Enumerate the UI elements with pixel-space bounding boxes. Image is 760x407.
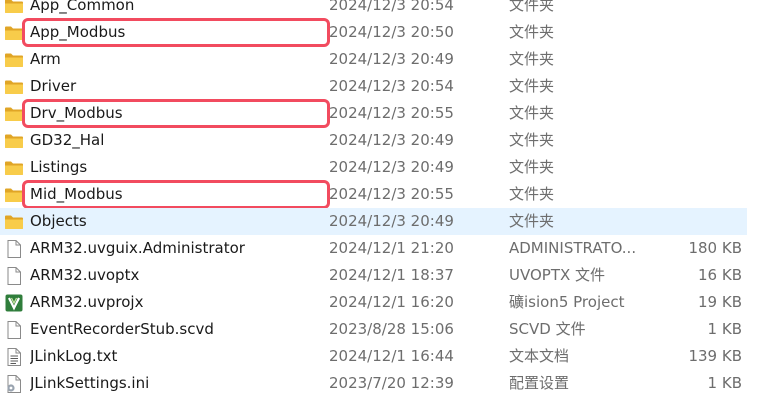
file-row[interactable]: JLinkSettings.ini 2023/7/20 12:39 配置设置 1 KB (0, 370, 747, 397)
file-icon (4, 239, 24, 259)
text-file-icon (4, 347, 24, 367)
file-name[interactable]: Driver (30, 73, 320, 100)
file-name[interactable]: App_Modbus (30, 19, 320, 46)
file-modified-date: 2024/12/3 20:50 (329, 23, 454, 41)
folder-icon (4, 158, 24, 178)
folder-row[interactable]: App_Modbus 2024/12/3 20:50 文件夹 (0, 18, 747, 47)
file-row[interactable]: ARM32.uvguix.Administrator 2024/12/1 21:2… (0, 235, 747, 262)
file-modified-date: 2024/12/3 20:49 (329, 212, 454, 230)
file-name[interactable]: ARM32.uvoptx (30, 262, 320, 289)
folder-row[interactable]: Drv_Modbus 2024/12/3 20:55 文件夹 (0, 99, 747, 128)
file-icon (4, 266, 24, 286)
settings-file-icon (4, 374, 24, 394)
file-modified-date: 2024/12/3 20:49 (329, 50, 454, 68)
file-name[interactable]: App_Common (30, 0, 320, 19)
folder-row[interactable]: Mid_Modbus 2024/12/3 20:55 文件夹 (0, 180, 747, 209)
folder-icon (4, 212, 24, 232)
file-type: 礦ision5 Project (509, 293, 625, 311)
folder-icon (4, 50, 24, 70)
file-modified-date: 2024/12/3 20:54 (329, 0, 454, 14)
file-row[interactable]: ARM32.uvoptx 2024/12/1 18:37 UVOPTX 文件 16 K… (0, 262, 747, 289)
file-name[interactable]: Drv_Modbus (30, 100, 320, 127)
file-row[interactable]: EventRecorderStub.scvd 2023/8/28 15:06 SCV… (0, 316, 747, 343)
folder-row[interactable]: Arm 2024/12/3 20:49 文件夹 (0, 46, 747, 73)
file-size (650, 73, 742, 100)
file-name[interactable]: ARM32.uvprojx (30, 289, 320, 316)
file-size (650, 127, 742, 154)
folder-icon (4, 131, 24, 151)
keil-project-icon (4, 293, 24, 313)
file-modified-date: 2024/12/1 21:20 (329, 239, 454, 257)
file-name[interactable]: Listings (30, 154, 320, 181)
file-size: 19 KB (698, 293, 742, 311)
file-size: 1 KB (707, 374, 742, 392)
file-type: 文件夹 (509, 158, 555, 176)
file-modified-date: 2023/8/28 15:06 (329, 320, 454, 338)
file-size (650, 181, 742, 208)
file-type: 文件夹 (509, 185, 555, 203)
folder-icon (4, 185, 24, 205)
file-type: 文件夹 (509, 23, 555, 41)
file-name[interactable]: EventRecorderStub.scvd (30, 316, 320, 343)
file-size (650, 208, 742, 235)
file-size: 180 KB (688, 239, 742, 257)
folder-row[interactable]: Objects 2024/12/3 20:49 文件夹 (0, 208, 747, 235)
folder-row[interactable]: GD32_Hal 2024/12/3 20:49 文件夹 (0, 127, 747, 154)
file-size (650, 0, 742, 19)
file-type: 文本文档 (509, 347, 570, 365)
folder-row[interactable]: Listings 2024/12/3 20:49 文件夹 (0, 154, 747, 181)
file-type: 配置设置 (509, 374, 570, 392)
file-name[interactable]: Objects (30, 208, 320, 235)
file-modified-date: 2024/12/3 20:55 (329, 185, 454, 203)
file-size: 139 KB (688, 347, 742, 365)
file-modified-date: 2024/12/1 18:37 (329, 266, 454, 284)
file-size: 16 KB (698, 266, 742, 284)
file-type: 文件夹 (509, 0, 555, 14)
file-type: 文件夹 (509, 131, 555, 149)
file-modified-date: 2024/12/3 20:55 (329, 104, 454, 122)
file-row[interactable]: JLinkLog.txt 2024/12/1 16:44 文本文档 139 KB (0, 343, 747, 370)
file-name[interactable]: JLinkLog.txt (30, 343, 320, 370)
folder-icon (4, 0, 24, 16)
folder-icon (4, 77, 24, 97)
file-modified-date: 2024/12/3 20:49 (329, 158, 454, 176)
file-size (650, 19, 742, 46)
file-type: UVOPTX 文件 (509, 266, 606, 284)
file-name[interactable]: JLinkSettings.ini (30, 370, 320, 397)
file-type: 文件夹 (509, 77, 555, 95)
file-row[interactable]: ARM32.uvprojx 2024/12/1 16:20 礦ision5 Proj… (0, 289, 747, 316)
file-modified-date: 2024/12/3 20:54 (329, 77, 454, 95)
file-modified-date: 2024/12/1 16:44 (329, 347, 454, 365)
file-name[interactable]: Mid_Modbus (30, 181, 320, 208)
file-icon (4, 320, 24, 340)
file-type: ADMINISTRATO... (509, 239, 637, 257)
folder-row[interactable]: Driver 2024/12/3 20:54 文件夹 (0, 73, 747, 100)
folder-icon (4, 23, 24, 43)
file-type: 文件夹 (509, 104, 555, 122)
folder-row[interactable]: App_Common 2024/12/3 20:54 文件夹 (0, 0, 747, 19)
file-modified-date: 2023/7/20 12:39 (329, 374, 454, 392)
file-type: 文件夹 (509, 50, 555, 68)
file-name[interactable]: ARM32.uvguix.Administrator (30, 235, 320, 262)
file-type: SCVD 文件 (509, 320, 586, 338)
file-type: 文件夹 (509, 212, 555, 230)
file-modified-date: 2024/12/3 20:49 (329, 131, 454, 149)
file-size: 1 KB (707, 320, 742, 338)
file-name[interactable]: GD32_Hal (30, 127, 320, 154)
file-size (650, 154, 742, 181)
file-modified-date: 2024/12/1 16:20 (329, 293, 454, 311)
file-list: App_Common 2024/12/3 20:54 文件夹 App_Modbus 20… (0, 0, 760, 399)
file-size (650, 46, 742, 73)
file-name[interactable]: Arm (30, 46, 320, 73)
folder-icon (4, 104, 24, 124)
file-size (650, 100, 742, 127)
